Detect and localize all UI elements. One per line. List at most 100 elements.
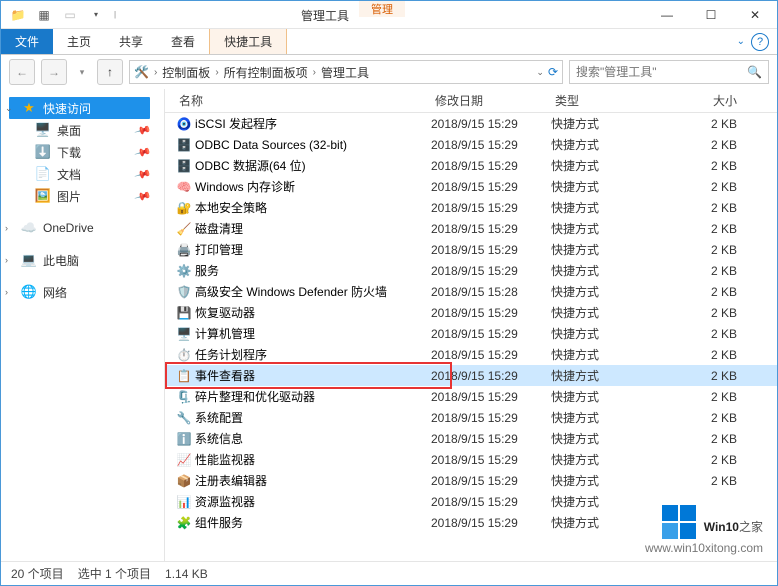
file-type: 快捷方式 <box>551 430 675 447</box>
file-row[interactable]: 🗜️碎片整理和优化驱动器2018/9/15 15:29快捷方式2 KB <box>165 386 777 407</box>
file-icon: 🖥️ <box>175 326 193 342</box>
forward-button[interactable]: → <box>41 59 67 85</box>
tab-file[interactable]: 文件 <box>1 29 53 54</box>
search-input[interactable] <box>576 65 747 79</box>
chevron-right-icon[interactable]: › <box>151 67 160 78</box>
file-row[interactable]: 🧠Windows 内存诊断2018/9/15 15:29快捷方式2 KB <box>165 176 777 197</box>
tab-share[interactable]: 共享 <box>105 29 157 54</box>
file-icon: 🗄️ <box>175 137 193 153</box>
address-dropdown-icon[interactable]: ⌄ <box>536 67 544 78</box>
file-icon: 📊 <box>175 494 193 510</box>
tab-view[interactable]: 查看 <box>157 29 209 54</box>
file-list[interactable]: 🧿iSCSI 发起程序2018/9/15 15:29快捷方式2 KB🗄️ODBC… <box>165 113 777 561</box>
expand-icon[interactable]: › <box>5 223 15 233</box>
address-bar[interactable]: 🛠️ › 控制面板 › 所有控制面板项 › 管理工具 ⌄ ⟳ <box>129 60 563 84</box>
column-date[interactable]: 修改日期 <box>431 92 551 109</box>
file-row[interactable]: ⏱️任务计划程序2018/9/15 15:29快捷方式2 KB <box>165 344 777 365</box>
file-date: 2018/9/15 15:29 <box>431 159 551 173</box>
file-row[interactable]: 🛡️高级安全 Windows Defender 防火墙2018/9/15 15:… <box>165 281 777 302</box>
file-row[interactable]: 💾恢复驱动器2018/9/15 15:29快捷方式2 KB <box>165 302 777 323</box>
file-name: ODBC Data Sources (32-bit) <box>193 138 431 152</box>
file-row[interactable]: 🧩组件服务2018/9/15 15:29快捷方式 <box>165 512 777 533</box>
app-icon[interactable]: 📁 <box>7 4 29 26</box>
file-icon: 🧠 <box>175 179 193 195</box>
sidebar-item-onedrive[interactable]: › ☁️ OneDrive <box>1 217 164 239</box>
file-size: 2 KB <box>675 159 745 173</box>
ribbon-expand-icon[interactable]: ⌄ <box>737 36 745 47</box>
expand-icon[interactable]: › <box>5 255 15 265</box>
file-row[interactable]: 🧿iSCSI 发起程序2018/9/15 15:29快捷方式2 KB <box>165 113 777 134</box>
expand-icon[interactable]: ⌄ <box>5 103 15 114</box>
tab-shortcut-tools[interactable]: 快捷工具 <box>209 29 287 54</box>
file-name: 打印管理 <box>193 241 431 258</box>
chevron-right-icon[interactable]: › <box>212 67 221 78</box>
file-row[interactable]: 🖥️计算机管理2018/9/15 15:29快捷方式2 KB <box>165 323 777 344</box>
paste-icon[interactable]: ▭ <box>59 4 81 26</box>
file-type: 快捷方式 <box>551 262 675 279</box>
file-row[interactable]: 🔧系统配置2018/9/15 15:29快捷方式2 KB <box>165 407 777 428</box>
close-button[interactable]: ✕ <box>733 1 777 29</box>
file-row[interactable]: 🔐本地安全策略2018/9/15 15:29快捷方式2 KB <box>165 197 777 218</box>
file-row[interactable]: ⚙️服务2018/9/15 15:29快捷方式2 KB <box>165 260 777 281</box>
contextual-tab-header: 管理 <box>359 1 405 17</box>
column-name[interactable]: 名称 <box>175 92 431 109</box>
file-row[interactable]: 🗄️ODBC Data Sources (32-bit)2018/9/15 15… <box>165 134 777 155</box>
file-row[interactable]: 📦注册表编辑器2018/9/15 15:29快捷方式2 KB <box>165 470 777 491</box>
recent-locations-button[interactable]: ▾ <box>73 59 91 85</box>
expand-icon[interactable]: › <box>5 287 15 297</box>
file-name: 资源监视器 <box>193 493 431 510</box>
file-row[interactable]: 📋事件查看器2018/9/15 15:29快捷方式2 KB <box>165 365 777 386</box>
file-name: 碎片整理和优化驱动器 <box>193 388 431 405</box>
help-icon[interactable]: ? <box>751 33 769 51</box>
sidebar-item-quick-access[interactable]: ⌄ ★ 快速访问 <box>1 97 164 119</box>
breadcrumb-segment[interactable]: 所有控制面板项 <box>224 64 308 81</box>
search-icon[interactable]: 🔍 <box>747 65 762 79</box>
sidebar-item-desktop[interactable]: 🖥️ 桌面 📌 <box>1 119 164 141</box>
title-bar: 📁 ▦ ▭ ▾ | 管理 管理工具 — ☐ ✕ <box>1 1 777 29</box>
file-row[interactable]: ℹ️系统信息2018/9/15 15:29快捷方式2 KB <box>165 428 777 449</box>
desktop-icon: 🖥️ <box>35 122 51 138</box>
chevron-right-icon[interactable]: › <box>310 67 319 78</box>
sidebar-item-documents[interactable]: 📄 文档 📌 <box>1 163 164 185</box>
up-button[interactable]: ↑ <box>97 59 123 85</box>
file-date: 2018/9/15 15:29 <box>431 222 551 236</box>
onedrive-icon: ☁️ <box>21 220 37 236</box>
file-type: 快捷方式 <box>551 472 675 489</box>
sidebar-item-label: 文档 <box>57 166 81 183</box>
file-name: ODBC 数据源(64 位) <box>193 157 431 174</box>
sidebar-item-downloads[interactable]: ⬇️ 下载 📌 <box>1 141 164 163</box>
maximize-button[interactable]: ☐ <box>689 1 733 29</box>
file-row[interactable]: 🗄️ODBC 数据源(64 位)2018/9/15 15:29快捷方式2 KB <box>165 155 777 176</box>
status-item-count: 20 个项目 <box>11 565 64 582</box>
sidebar-item-label: 快速访问 <box>43 100 91 117</box>
file-size: 2 KB <box>675 243 745 257</box>
file-row[interactable]: 🧹磁盘清理2018/9/15 15:29快捷方式2 KB <box>165 218 777 239</box>
column-size[interactable]: 大小 <box>675 92 745 109</box>
breadcrumb-segment[interactable]: 管理工具 <box>321 64 369 81</box>
file-name: 系统信息 <box>193 430 431 447</box>
file-row[interactable]: 📊资源监视器2018/9/15 15:29快捷方式 <box>165 491 777 512</box>
file-icon: 🧿 <box>175 116 193 132</box>
back-button[interactable]: ← <box>9 59 35 85</box>
file-row[interactable]: 📈性能监视器2018/9/15 15:29快捷方式2 KB <box>165 449 777 470</box>
tab-home[interactable]: 主页 <box>53 29 105 54</box>
breadcrumb-segment[interactable]: 控制面板 <box>162 64 210 81</box>
file-type: 快捷方式 <box>551 241 675 258</box>
minimize-button[interactable]: — <box>645 1 689 29</box>
sidebar-item-network[interactable]: › 🌐 网络 <box>1 281 164 303</box>
pin-icon: 📌 <box>134 143 152 161</box>
qat-dropdown-icon[interactable]: ▾ <box>85 4 107 26</box>
sidebar-item-pictures[interactable]: 🖼️ 图片 📌 <box>1 185 164 207</box>
properties-icon[interactable]: ▦ <box>33 4 55 26</box>
file-type: 快捷方式 <box>551 367 675 384</box>
search-box[interactable]: 🔍 <box>569 60 769 84</box>
refresh-icon[interactable]: ⟳ <box>548 65 558 79</box>
star-icon: ★ <box>21 100 37 116</box>
file-row[interactable]: 🖨️打印管理2018/9/15 15:29快捷方式2 KB <box>165 239 777 260</box>
file-date: 2018/9/15 15:29 <box>431 390 551 404</box>
file-list-panel: 名称 修改日期 类型 大小 🧿iSCSI 发起程序2018/9/15 15:29… <box>165 89 777 561</box>
column-type[interactable]: 类型 <box>551 92 675 109</box>
file-type: 快捷方式 <box>551 409 675 426</box>
sidebar-item-this-pc[interactable]: › 💻 此电脑 <box>1 249 164 271</box>
file-size: 2 KB <box>675 474 745 488</box>
